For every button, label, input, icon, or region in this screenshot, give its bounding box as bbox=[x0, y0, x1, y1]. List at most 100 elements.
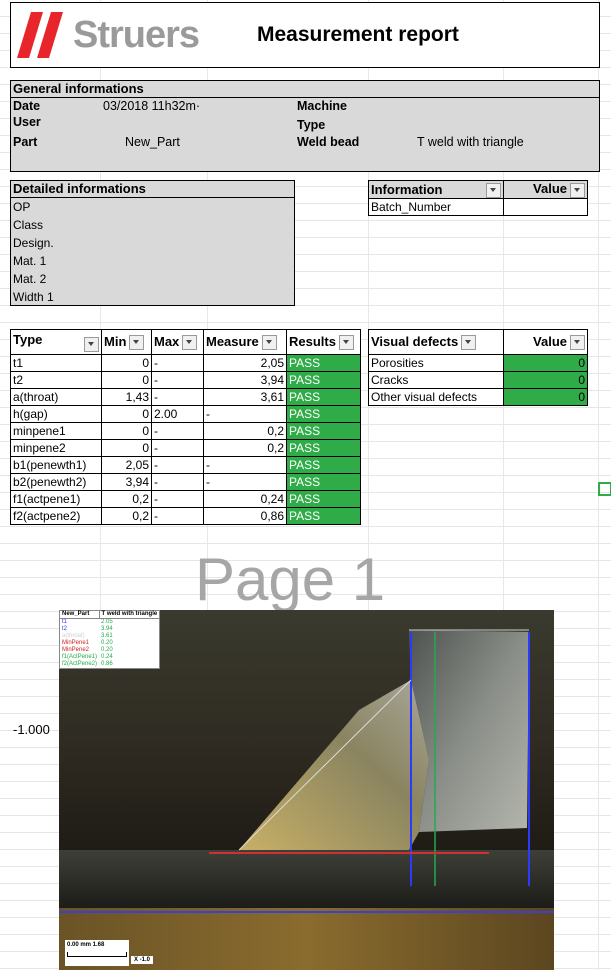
filter-dropdown-icon[interactable] bbox=[570, 182, 585, 198]
legend-label: MinPene2 bbox=[62, 647, 90, 653]
min-cell: 0,2 bbox=[101, 490, 152, 508]
type-cell: minpene2 bbox=[10, 439, 102, 457]
type-cell: b2(penewth2) bbox=[10, 473, 102, 491]
result-cell: PASS bbox=[286, 473, 361, 491]
table-row: Batch_Number bbox=[368, 198, 588, 216]
defect-value-cell: 0 bbox=[503, 388, 588, 406]
legend-value: 3.94 bbox=[101, 626, 113, 632]
measure-column-header[interactable]: Measure bbox=[203, 329, 287, 355]
visual-defects-table: Visual defects Value Porosities 0 Cracks 0… bbox=[368, 329, 588, 406]
legend-label: a(throat) bbox=[62, 633, 85, 639]
min-cell: 0 bbox=[101, 422, 152, 440]
measure-cell: 2,05 bbox=[203, 354, 287, 372]
legend-value: 0.20 bbox=[101, 640, 113, 646]
min-cell: 0 bbox=[101, 371, 152, 389]
results-column-header[interactable]: Results bbox=[286, 329, 361, 355]
filter-dropdown-icon[interactable] bbox=[486, 182, 501, 198]
part-label: Part bbox=[13, 135, 38, 149]
page-watermark: Page 1 bbox=[195, 546, 386, 613]
zoom-label: X -1.0 bbox=[131, 956, 154, 964]
general-info-section: General informations Date 03/2018 11h32m… bbox=[10, 80, 600, 172]
filter-dropdown-icon[interactable] bbox=[84, 337, 99, 352]
result-cell: PASS bbox=[286, 439, 361, 457]
legend-label: MinPene1 bbox=[62, 640, 90, 646]
legend-value: 0.86 bbox=[101, 661, 113, 667]
result-cell: PASS bbox=[286, 371, 361, 389]
defect-value-cell: 0 bbox=[503, 371, 588, 389]
table-row: b1(penewth1) 2,05- - PASS bbox=[10, 456, 361, 474]
weld-bead-value: T weld with triangle bbox=[417, 135, 524, 149]
measure-cell: 0,2 bbox=[203, 422, 287, 440]
filter-dropdown-icon[interactable] bbox=[182, 335, 198, 351]
result-cell: PASS bbox=[286, 405, 361, 423]
type-label: Type bbox=[297, 118, 326, 132]
filter-dropdown-icon[interactable] bbox=[261, 335, 277, 351]
legend-label: f2(ActPene2) bbox=[62, 661, 98, 667]
date-value: 03/2018 11h32m· bbox=[103, 99, 201, 113]
side-value: -1.000 bbox=[13, 722, 50, 737]
measurement-table: Type Min Max Measure Results t1 0-2,05 PAS… bbox=[10, 329, 361, 525]
measure-cell: 3,61 bbox=[203, 388, 287, 406]
max-column-header[interactable]: Max bbox=[151, 329, 204, 355]
legend-part: New_Part bbox=[59, 610, 100, 619]
filter-dropdown-icon[interactable] bbox=[461, 335, 477, 351]
max-cell: 2.00 bbox=[151, 405, 204, 423]
measure-cell: 0,86 bbox=[203, 507, 287, 525]
visual-value-header[interactable]: Value bbox=[503, 329, 588, 355]
table-row: t2 0-3,94 PASS bbox=[10, 371, 361, 389]
legend-value: 2.05 bbox=[101, 619, 113, 625]
max-cell: - bbox=[151, 422, 204, 440]
measure-cell: 3,94 bbox=[203, 371, 287, 389]
information-header[interactable]: Information bbox=[368, 180, 504, 199]
measure-cell: 0,24 bbox=[203, 490, 287, 508]
defect-name-cell: Cracks bbox=[368, 371, 504, 389]
detail-item-mat2: Mat. 2 bbox=[13, 272, 47, 286]
min-column-header[interactable]: Min bbox=[101, 329, 152, 355]
result-cell: PASS bbox=[286, 388, 361, 406]
type-cell: h(gap) bbox=[10, 405, 102, 423]
filter-dropdown-icon[interactable] bbox=[570, 335, 585, 351]
measure-cell: - bbox=[203, 405, 287, 423]
measure-cell: - bbox=[203, 473, 287, 491]
result-cell: PASS bbox=[286, 490, 361, 508]
brand-name: Struers bbox=[73, 13, 200, 56]
legend-value: 0.20 bbox=[101, 647, 113, 653]
detail-item-op: OP bbox=[13, 200, 31, 214]
info-value-header[interactable]: Value bbox=[503, 180, 588, 199]
filter-dropdown-icon[interactable] bbox=[338, 335, 354, 351]
result-cell: PASS bbox=[286, 507, 361, 525]
type-cell: f1(actpene1) bbox=[10, 490, 102, 508]
struers-logo-icon bbox=[17, 12, 63, 58]
defect-name-cell: Other visual defects bbox=[368, 388, 504, 406]
type-column-header[interactable]: Type bbox=[10, 329, 102, 355]
table-row: f1(actpene1) 0,2-0,24 PASS bbox=[10, 490, 361, 508]
type-cell: f2(actpene2) bbox=[10, 507, 102, 525]
result-cell: PASS bbox=[286, 456, 361, 474]
user-label: User bbox=[13, 115, 41, 129]
max-cell: - bbox=[151, 439, 204, 457]
legend-value: 3.61 bbox=[101, 633, 113, 639]
max-cell: - bbox=[151, 473, 204, 491]
cell-selection-marker[interactable] bbox=[598, 482, 611, 496]
legend-label: t1 bbox=[62, 619, 68, 625]
table-row: t1 0-2,05 PASS bbox=[10, 354, 361, 372]
scale-ruler bbox=[67, 952, 127, 957]
table-row: Cracks 0 bbox=[368, 371, 588, 389]
info-cell-value bbox=[503, 198, 588, 216]
scale-text: 0.00 mm 1.68 bbox=[67, 942, 105, 948]
legend-label: f1(ActPene1) bbox=[62, 654, 98, 660]
min-cell: 1,43 bbox=[101, 388, 152, 406]
visual-defects-header[interactable]: Visual defects bbox=[368, 329, 504, 355]
legend-label: t2 bbox=[62, 626, 68, 632]
table-row: Porosities 0 bbox=[368, 354, 588, 372]
detailed-info-list: OP Class Design. Mat. 1 Mat. 2 Width 1 bbox=[11, 198, 294, 306]
max-cell: - bbox=[151, 371, 204, 389]
min-cell: 2,05 bbox=[101, 456, 152, 474]
detailed-info-heading: Detailed informations bbox=[11, 181, 294, 198]
filter-dropdown-icon[interactable] bbox=[129, 335, 145, 351]
machine-label: Machine bbox=[297, 99, 348, 113]
min-cell: 0 bbox=[101, 439, 152, 457]
table-row: minpene2 0-0,2 PASS bbox=[10, 439, 361, 457]
measurement-header-row: Type Min Max Measure Results bbox=[10, 329, 361, 355]
info-cell-name: Batch_Number bbox=[368, 198, 504, 216]
